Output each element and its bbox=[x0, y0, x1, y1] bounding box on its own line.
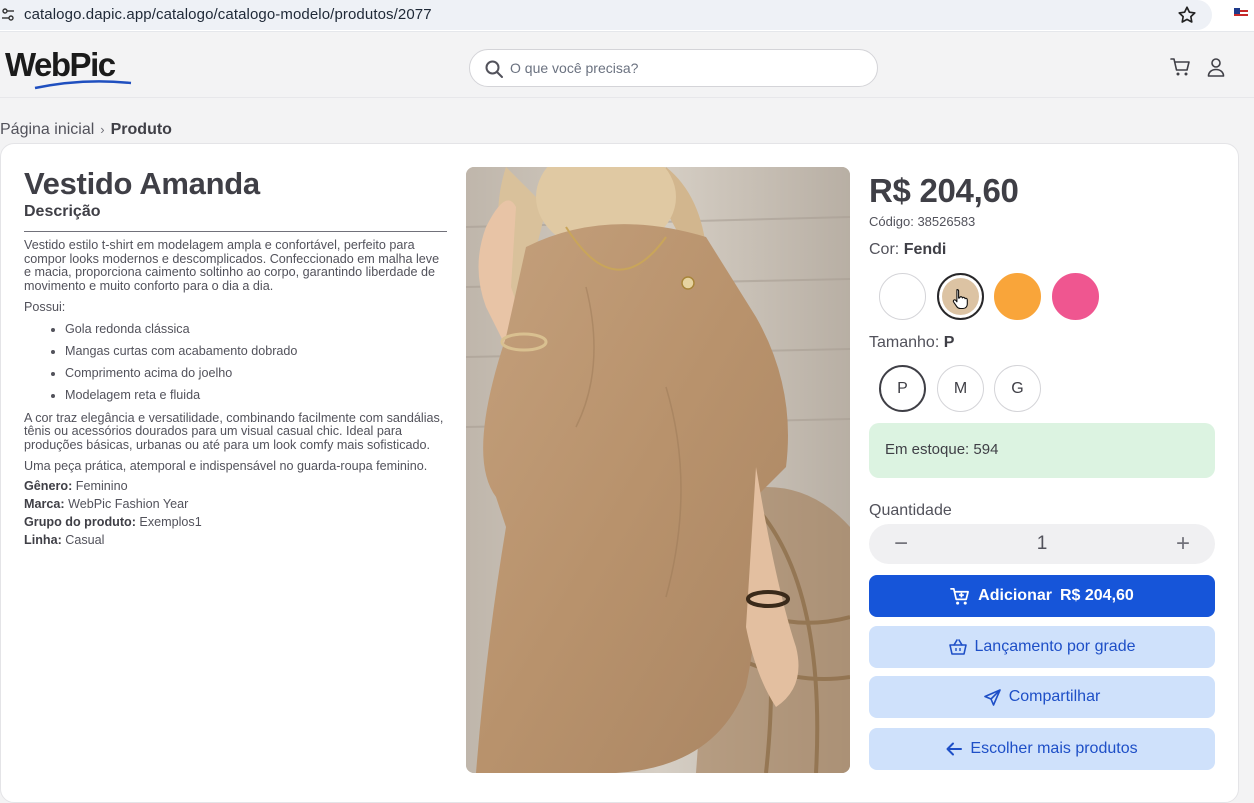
attribute-line: Linha: Casual bbox=[24, 531, 444, 549]
share-button-label: Compartilhar bbox=[1008, 688, 1101, 705]
attribute-group: Grupo do produto: Exemplos1 bbox=[24, 513, 444, 531]
description-styling: A cor traz elegância e versatilidade, co… bbox=[24, 410, 444, 452]
size-label-text: Tamanho: bbox=[869, 334, 940, 351]
feature-item: Mangas curtas com acabamento dobrado bbox=[65, 344, 444, 358]
user-icon[interactable] bbox=[1206, 57, 1226, 77]
grid-button-label: Lançamento por grade bbox=[974, 638, 1136, 655]
dress-photo-illustration bbox=[466, 167, 850, 773]
attribute-label: Gênero: bbox=[24, 479, 73, 494]
breadcrumb-current: Produto bbox=[110, 121, 172, 138]
browser-toolbar: catalogo.dapic.app/catalogo/catalogo-mod… bbox=[0, 0, 1254, 32]
quantity-label: Quantidade bbox=[869, 502, 952, 519]
webpic-logo[interactable]: WebPic bbox=[5, 44, 137, 90]
send-icon bbox=[983, 688, 1001, 706]
color-label: Cor: Fendi bbox=[869, 241, 946, 259]
hand-cursor-icon bbox=[952, 288, 968, 310]
quantity-decrease-button[interactable]: − bbox=[887, 530, 915, 558]
logo-text: WebPic bbox=[5, 46, 116, 83]
more-button-label: Escolher mais produtos bbox=[970, 740, 1138, 757]
search-icon[interactable] bbox=[484, 59, 504, 79]
search-input[interactable] bbox=[510, 56, 860, 80]
feature-item: Comprimento acima do joelho bbox=[65, 366, 444, 380]
search-box[interactable] bbox=[469, 49, 878, 87]
attribute-gender: Gênero: Feminino bbox=[24, 477, 444, 495]
quantity-stepper: − 1 + bbox=[869, 524, 1215, 564]
attribute-value: Exemplos1 bbox=[139, 515, 202, 530]
address-bar[interactable]: catalogo.dapic.app/catalogo/catalogo-mod… bbox=[0, 0, 1212, 30]
attribute-value: Feminino bbox=[75, 479, 128, 494]
description-body: Vestido estilo t-shirt em modelagem ampl… bbox=[24, 238, 444, 549]
size-label: Tamanho: P bbox=[869, 334, 954, 352]
size-option-m[interactable]: M bbox=[937, 365, 984, 412]
description-closing: Uma peça prática, atemporal e indispensá… bbox=[24, 458, 428, 473]
add-button-label: Adicionar bbox=[978, 587, 1052, 604]
add-to-cart-button[interactable]: Adicionar R$ 204,60 bbox=[869, 575, 1215, 617]
product-price: R$ 204,60 bbox=[869, 172, 1019, 209]
attribute-label: Grupo do produto: bbox=[24, 515, 136, 530]
size-option-p[interactable]: P bbox=[879, 365, 926, 412]
attribute-label: Marca: bbox=[24, 497, 65, 512]
breadcrumb-separator: › bbox=[100, 122, 105, 137]
product-title: Vestido Amanda bbox=[24, 166, 260, 201]
description-heading: Descrição bbox=[24, 203, 101, 220]
features-list: Gola redonda clássica Mangas curtas com … bbox=[65, 322, 444, 402]
share-button[interactable]: Compartilhar bbox=[869, 676, 1215, 718]
product-code: Código: 38526583 bbox=[869, 214, 975, 229]
code-value: 38526583 bbox=[917, 214, 976, 229]
attribute-value: WebPic Fashion Year bbox=[68, 497, 189, 512]
stock-text: Em estoque: 594 bbox=[885, 441, 999, 458]
bookmark-star-icon[interactable] bbox=[1176, 4, 1198, 26]
feature-item: Gola redonda clássica bbox=[65, 322, 444, 336]
attribute-brand: Marca: WebPic Fashion Year bbox=[24, 495, 444, 513]
color-swatch-white[interactable] bbox=[879, 273, 926, 320]
basket-icon bbox=[948, 638, 967, 655]
site-header: WebPic bbox=[0, 32, 1254, 98]
color-selected-name: Fendi bbox=[903, 241, 947, 258]
quantity-increase-button[interactable]: + bbox=[1169, 530, 1197, 558]
color-swatch-orange[interactable] bbox=[994, 273, 1041, 320]
code-label: Código: bbox=[869, 214, 914, 229]
description-divider bbox=[24, 231, 447, 232]
add-button-price: R$ 204,60 bbox=[1059, 587, 1134, 604]
extension-icon[interactable] bbox=[1234, 8, 1248, 20]
cart-add-icon bbox=[950, 587, 970, 605]
attribute-label: Linha: bbox=[24, 533, 62, 548]
attribute-value: Casual bbox=[65, 533, 105, 548]
quantity-value[interactable]: 1 bbox=[1019, 533, 1065, 555]
breadcrumb-home-link[interactable]: Página inicial bbox=[0, 121, 94, 138]
choose-more-products-button[interactable]: Escolher mais produtos bbox=[869, 728, 1215, 770]
grid-entry-button[interactable]: Lançamento por grade bbox=[869, 626, 1215, 668]
url-text[interactable]: catalogo.dapic.app/catalogo/catalogo-mod… bbox=[24, 6, 432, 23]
cart-icon[interactable] bbox=[1170, 57, 1191, 77]
size-selected-name: P bbox=[943, 334, 955, 351]
stock-status-box: Em estoque: 594 bbox=[869, 423, 1215, 478]
site-info-icon[interactable] bbox=[2, 8, 14, 22]
size-option-g[interactable]: G bbox=[994, 365, 1041, 412]
arrow-left-icon bbox=[946, 742, 963, 756]
description-intro: Vestido estilo t-shirt em modelagem ampl… bbox=[24, 238, 440, 294]
color-swatch-pink[interactable] bbox=[1052, 273, 1099, 320]
color-label-text: Cor: bbox=[869, 241, 900, 258]
feature-item: Modelagem reta e fluida bbox=[65, 388, 444, 402]
breadcrumb: Página inicial › Produto bbox=[0, 121, 172, 139]
product-image[interactable] bbox=[466, 167, 850, 773]
features-heading: Possui: bbox=[24, 299, 66, 314]
logo-swoosh-icon bbox=[34, 80, 132, 90]
